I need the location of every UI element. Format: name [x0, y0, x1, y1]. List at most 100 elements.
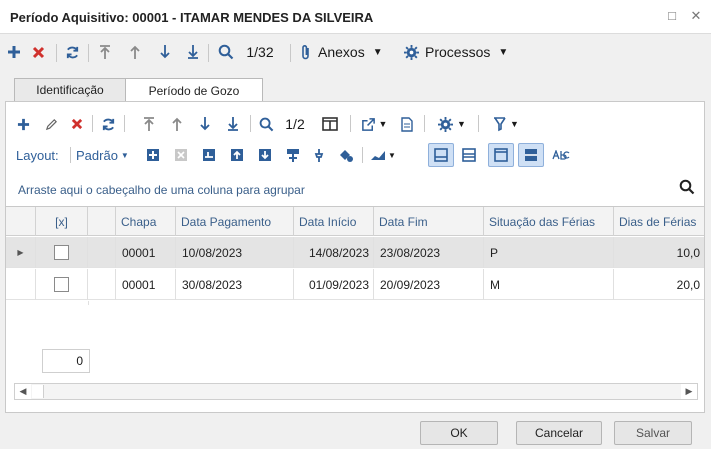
row-count: 0 [42, 349, 90, 373]
ok-button[interactable]: OK [420, 421, 498, 445]
collapse-all-icon[interactable] [172, 143, 190, 167]
row-pointer-icon: ▶ [6, 237, 36, 268]
row-checkbox[interactable] [54, 245, 69, 260]
cell-data-inicio[interactable]: 01/09/2023 [294, 269, 374, 300]
next-record-icon[interactable] [156, 40, 174, 64]
table-row[interactable]: ▶ 00001 10/08/2023 14/08/2023 23/08/2023… [6, 237, 704, 268]
cell-situacao[interactable]: M [484, 269, 614, 300]
settings-button[interactable]: ▼ [434, 112, 470, 136]
dropdown-arrow-icon: ▼ [510, 119, 519, 129]
color-fill-icon[interactable] [336, 143, 356, 167]
scrollbar-thumb[interactable] [32, 385, 44, 398]
record-position: 1/32 [246, 44, 274, 60]
column-header-dias-de-ferias[interactable]: Dias de Férias [614, 207, 704, 236]
maximize-icon[interactable]: □ [664, 8, 680, 24]
layout-select[interactable]: Padrão ▼ [76, 143, 136, 167]
cell-data-fim[interactable]: 23/08/2023 [374, 237, 484, 268]
select-column-header[interactable]: [x] [36, 207, 88, 236]
table-row[interactable]: 00001 30/08/2023 01/09/2023 20/09/2023 M… [6, 269, 704, 300]
attachments-button[interactable]: Anexos ▼ [300, 40, 390, 64]
search-icon[interactable] [679, 179, 695, 195]
row-checkbox-cell[interactable] [36, 269, 88, 300]
edit-icon[interactable] [42, 112, 60, 136]
first-record-icon[interactable] [140, 112, 158, 136]
layout-toggle-4[interactable] [518, 143, 544, 167]
delete-icon[interactable] [28, 40, 48, 64]
separator [56, 44, 57, 62]
export-button[interactable]: ▼ [358, 112, 390, 136]
filter-button[interactable]: ▼ [488, 112, 524, 136]
spacer-column-header [88, 207, 116, 236]
chart-button[interactable]: ▼ [368, 143, 398, 167]
cell-data-fim[interactable]: 20/09/2023 [374, 269, 484, 300]
column-guide [88, 301, 89, 305]
scroll-left-icon[interactable]: ◀ [15, 384, 31, 399]
column-header-data-fim[interactable]: Data Fim [374, 207, 484, 236]
last-record-icon[interactable] [224, 112, 242, 136]
tab-content-panel: 1/2 ▼ ▼ ▼ Layout: Padrão ▼ ▼ Arraste aqu… [5, 101, 705, 413]
cell-data-pagamento[interactable]: 10/08/2023 [176, 237, 294, 268]
dropdown-arrow-icon: ▼ [378, 119, 388, 129]
expand-all-icon[interactable] [144, 143, 162, 167]
cell-dias-de-ferias[interactable]: 10,0 [614, 237, 704, 268]
search-icon[interactable] [256, 112, 276, 136]
cell-chapa[interactable]: 00001 [116, 269, 176, 300]
attachments-label: Anexos [318, 44, 365, 60]
search-icon[interactable] [216, 40, 236, 64]
row-indicator-header [6, 207, 36, 236]
sort-down-icon[interactable] [256, 143, 274, 167]
cancel-button[interactable]: Cancelar [516, 421, 602, 445]
summary-icon[interactable] [284, 143, 302, 167]
spellcheck-icon[interactable] [550, 143, 572, 167]
row-checkbox[interactable] [54, 277, 69, 292]
cell-dias-de-ferias[interactable]: 20,0 [614, 269, 704, 300]
layout-toggle-1[interactable] [428, 143, 454, 167]
pin-icon[interactable] [310, 143, 328, 167]
cell-chapa[interactable]: 00001 [116, 237, 176, 268]
group-by-icon[interactable] [200, 143, 218, 167]
previous-record-icon[interactable] [168, 112, 186, 136]
cell-data-pagamento[interactable]: 30/08/2023 [176, 269, 294, 300]
processes-label: Processos [425, 44, 491, 60]
column-header-situacao[interactable]: Situação das Férias [484, 207, 614, 236]
sort-up-icon[interactable] [228, 143, 246, 167]
layout-value: Padrão [76, 147, 118, 163]
cell-data-inicio[interactable]: 14/08/2023 [294, 237, 374, 268]
dropdown-arrow-icon: ▼ [457, 119, 466, 129]
horizontal-scrollbar[interactable]: ◀ ▶ [14, 383, 698, 400]
last-record-icon[interactable] [184, 40, 202, 64]
separator [70, 147, 71, 163]
document-icon[interactable] [398, 112, 416, 136]
row-checkbox-cell[interactable] [36, 237, 88, 268]
processes-button[interactable]: Processos ▼ [404, 40, 524, 64]
tab-identificacao[interactable]: Identificação [14, 78, 126, 101]
group-by-bar[interactable]: Arraste aqui o cabeçalho de uma coluna p… [6, 174, 704, 204]
close-icon[interactable]: ✕ [688, 8, 704, 24]
filter-icon [494, 116, 506, 131]
panel-full-icon [525, 149, 537, 161]
previous-record-icon[interactable] [126, 40, 144, 64]
column-header-data-inicio[interactable]: Data Início [294, 207, 374, 236]
add-icon[interactable] [14, 112, 32, 136]
next-record-icon[interactable] [196, 112, 214, 136]
add-icon[interactable] [4, 40, 24, 64]
first-record-icon[interactable] [96, 40, 114, 64]
column-header-data-pagamento[interactable]: Data Pagamento [176, 207, 294, 236]
window-title: Período Aquisitivo: 00001 - ITAMAR MENDE… [10, 10, 374, 25]
separator [362, 147, 363, 163]
refresh-icon[interactable] [62, 40, 82, 64]
tab-periodo-de-gozo[interactable]: Período de Gozo [125, 78, 263, 102]
separator [250, 115, 251, 132]
delete-icon[interactable] [68, 112, 86, 136]
layout-toggle-2[interactable] [458, 143, 480, 167]
save-button[interactable]: Salvar [614, 421, 692, 445]
cell-situacao[interactable]: P [484, 237, 614, 268]
separator [208, 44, 209, 62]
columns-icon[interactable] [320, 112, 340, 136]
data-grid: [x] Chapa Data Pagamento Data Início Dat… [6, 206, 704, 376]
column-header-chapa[interactable]: Chapa [116, 207, 176, 236]
refresh-icon[interactable] [98, 112, 118, 136]
scroll-right-icon[interactable]: ▶ [681, 384, 697, 399]
layout-toggle-3[interactable] [488, 143, 514, 167]
separator [424, 115, 425, 132]
